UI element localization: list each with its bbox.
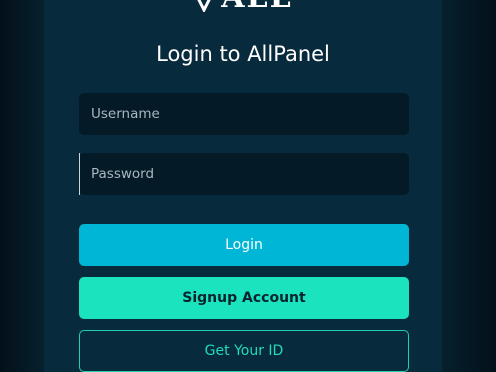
text-cursor [79,153,80,195]
logo-text: ALL [221,0,292,13]
signup-account-button[interactable]: Signup Account [79,277,409,319]
diamond-icon [197,0,211,12]
brand-logo: ALL [44,0,442,13]
login-page: ALL Login to AllPanel Login Signup Accou… [0,0,496,372]
get-your-id-button[interactable]: Get Your ID [79,330,409,372]
background-right [442,0,496,372]
username-input[interactable] [79,93,409,135]
page-title: Login to AllPanel [156,42,330,66]
login-button[interactable]: Login [79,224,409,266]
login-card: ALL Login to AllPanel Login Signup Accou… [44,0,442,372]
password-input[interactable] [79,153,409,195]
background-left [0,0,44,372]
